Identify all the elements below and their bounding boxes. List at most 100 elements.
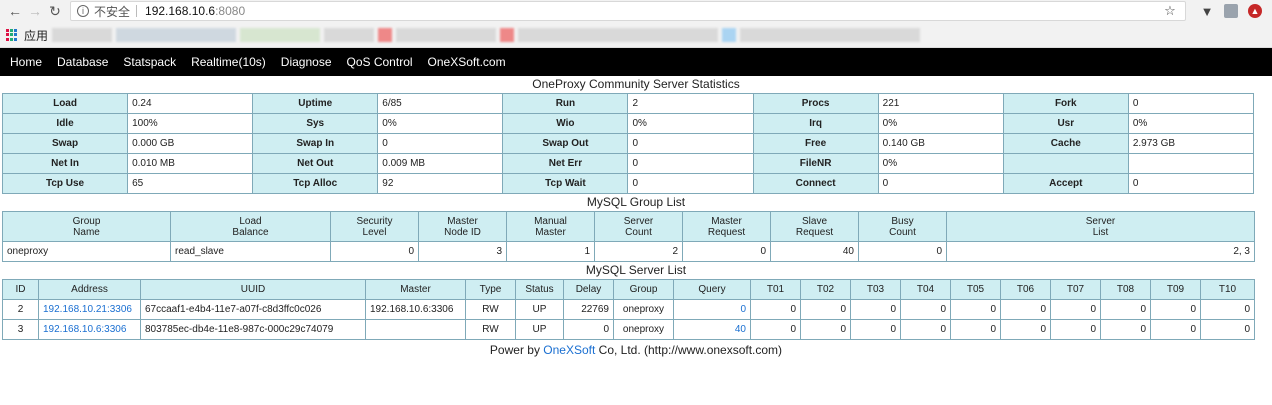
menu-onexsoft[interactable]: OneXSoft.com <box>428 55 506 69</box>
stat-label: Uptime <box>252 93 379 114</box>
server-cell: 0 <box>1150 299 1201 320</box>
menu-database[interactable]: Database <box>57 55 108 69</box>
stat-value: 0% <box>627 113 754 134</box>
server-column-header: T04 <box>900 279 951 300</box>
server-list-table: ID Address UUID Master Type Status Delay Group Q… <box>2 279 1255 340</box>
blurred-bookmark <box>396 28 497 42</box>
blurred-bookmark <box>324 28 375 42</box>
funnel-icon[interactable]: ▼ <box>1198 2 1216 20</box>
group-column-header: Group Name <box>2 211 171 242</box>
server-address-link[interactable]: 192.168.10.21:3306 <box>38 299 141 320</box>
stat-value: 0.140 GB <box>877 133 1004 154</box>
stat-label: Irq <box>752 113 879 134</box>
server-column-header: T05 <box>950 279 1001 300</box>
header-line-2: Name <box>73 226 100 238</box>
stat-value: 0.000 GB <box>127 133 254 154</box>
extension-red-icon[interactable]: ▲ <box>1246 2 1264 20</box>
server-column-header: ID <box>2 279 39 300</box>
query-count-link[interactable]: 0 <box>673 299 751 320</box>
group-column-header: Master Request <box>682 211 771 242</box>
header-line-2: Master <box>535 226 566 238</box>
server-statistics-table: Load 0.24 Uptime 6/85 Run 2 Procs 221 Fork 0 Idle 1… <box>1 93 1255 194</box>
stat-row: Load 0.24 Uptime 6/85 Run 2 Procs 221 Fork 0 <box>1 93 1255 114</box>
address-bar[interactable]: i 不安全 192.168.10.6:8080 ☆ <box>70 1 1186 21</box>
stat-label: Idle <box>1 113 129 134</box>
group-cell: 1 <box>506 241 595 262</box>
stat-value: 2 <box>627 93 754 114</box>
top-menu: Home Database Statspack Realtime(10s) Di… <box>0 48 1272 76</box>
group-cell: 0 <box>858 241 947 262</box>
stat-value: 0 <box>627 133 754 154</box>
server-column-header: T03 <box>850 279 901 300</box>
server-column-header: Group <box>613 279 674 300</box>
server-column-header: T08 <box>1100 279 1151 300</box>
server-cell: UP <box>515 299 564 320</box>
header-line-2: Request <box>707 226 746 238</box>
info-icon[interactable]: i <box>77 5 89 17</box>
stat-label: Cache <box>1002 133 1129 154</box>
header-line-2: Count <box>889 226 916 238</box>
stat-value: 0 <box>377 133 504 154</box>
header-line-1: Manual <box>534 215 567 227</box>
server-column-header: Delay <box>563 279 614 300</box>
stat-value: 221 <box>877 93 1004 114</box>
server-column-header: Status <box>515 279 564 300</box>
stat-value: 0% <box>877 153 1004 174</box>
blurred-bookmark <box>518 28 719 42</box>
forward-arrow-icon[interactable]: → <box>26 2 44 20</box>
menu-diagnose[interactable]: Diagnose <box>281 55 332 69</box>
query-count-link[interactable]: 40 <box>673 319 751 340</box>
server-address-link[interactable]: 192.168.10.6:3306 <box>38 319 141 340</box>
menu-home[interactable]: Home <box>10 55 42 69</box>
server-column-header: T10 <box>1200 279 1255 300</box>
blurred-bookmark <box>52 28 113 42</box>
server-cell: 0 <box>800 319 851 340</box>
header-line-1: Security <box>356 215 393 227</box>
menu-realtime[interactable]: Realtime(10s) <box>191 55 266 69</box>
apps-icon[interactable] <box>6 29 18 41</box>
header-line-1: Busy <box>891 215 914 227</box>
server-column-header: T06 <box>1000 279 1051 300</box>
server-cell: oneproxy <box>613 319 674 340</box>
group-column-header: Busy Count <box>858 211 947 242</box>
server-column-header: T07 <box>1050 279 1101 300</box>
extension-icon[interactable] <box>1222 2 1240 20</box>
stat-label: Run <box>502 93 629 114</box>
stat-value <box>1127 153 1255 174</box>
stat-value: 0% <box>877 113 1004 134</box>
group-cell: read_slave <box>170 241 331 262</box>
insecure-label: 不安全 <box>94 4 131 19</box>
stat-label: Accept <box>1002 173 1129 194</box>
server-cell: RW <box>465 299 516 320</box>
server-column-header: UUID <box>140 279 366 300</box>
stat-row: Net In 0.010 MB Net Out 0.009 MB Net Err 0 Fil… <box>1 153 1255 174</box>
server-list-title: MySQL Server List <box>585 263 687 277</box>
server-cell <box>365 319 466 340</box>
divider <box>136 5 138 17</box>
stat-value: 100% <box>127 113 254 134</box>
header-line-2: Request <box>795 226 834 238</box>
server-cell: 0 <box>1100 299 1151 320</box>
stat-label: Wio <box>502 113 629 134</box>
server-column-header: Address <box>38 279 141 300</box>
reload-icon[interactable]: ↻ <box>46 2 64 20</box>
stat-value: 65 <box>127 173 254 194</box>
menu-statspack[interactable]: Statspack <box>123 55 176 69</box>
blurred-bookmark <box>722 28 737 42</box>
server-cell: oneproxy <box>613 299 674 320</box>
stat-label: FileNR <box>752 153 879 174</box>
server-cell: 0 <box>950 319 1001 340</box>
star-icon[interactable]: ☆ <box>1161 2 1179 20</box>
group-list-title: MySQL Group List <box>586 195 686 209</box>
footer-brand-link[interactable]: OneXSoft <box>543 343 595 357</box>
back-arrow-icon[interactable]: ← <box>6 2 24 20</box>
menu-qos-control[interactable]: QoS Control <box>347 55 413 69</box>
stat-value: 0.24 <box>127 93 254 114</box>
group-column-header: Server List <box>946 211 1255 242</box>
header-line-2: Node ID <box>444 226 481 238</box>
apps-label[interactable]: 应用 <box>24 27 48 44</box>
header-line-2: Count <box>625 226 652 238</box>
server-cell: 0 <box>1200 319 1255 340</box>
blurred-bookmark <box>740 28 921 42</box>
server-cell: 0 <box>950 299 1001 320</box>
